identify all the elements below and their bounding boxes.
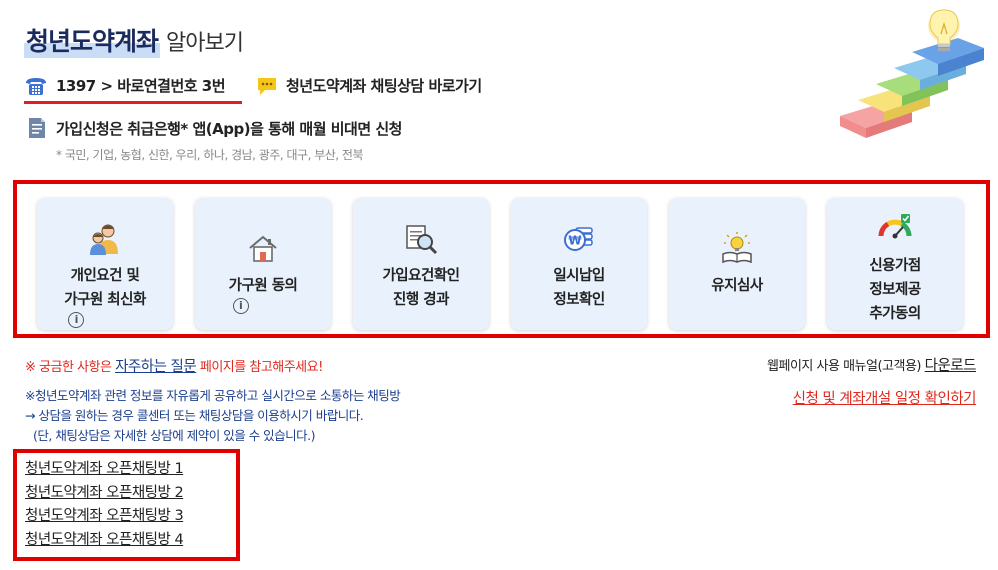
open-chat-link-4[interactable]: 청년도약계좌 오픈채팅방 4: [25, 529, 236, 553]
document-search-icon: [406, 225, 438, 255]
title-sub: 알아보기: [166, 31, 244, 56]
card-label: 가구원 동의 i: [228, 278, 298, 314]
page-title: 청년도약계좌 알아보기: [24, 22, 244, 58]
phone-icon: [26, 77, 46, 95]
bank-list: * 국민, 기업, 농협, 신한, 우리, 하나, 경남, 광주, 대구, 부산…: [56, 148, 364, 162]
faq-link[interactable]: 자주하는 질문: [115, 359, 197, 375]
chat-bubble-icon: [258, 77, 276, 95]
chat-consult-label: 청년도약계좌 채팅상담 바로가기: [286, 77, 482, 95]
phone-info: 1397 > 바로연결번호 3번: [24, 75, 242, 104]
manual-download: 웹페이지 사용 매뉴얼(고객용) 다운로드: [767, 358, 977, 374]
chat-consult-link[interactable]: 청년도약계좌 채팅상담 바로가기: [256, 75, 482, 104]
info-icon[interactable]: i: [232, 298, 249, 314]
card-eligibility-progress[interactable]: 가입요건확인 진행 경과: [353, 198, 489, 330]
card-personal-household-update[interactable]: 개인요건 및 가구원 최신화 i: [37, 198, 173, 330]
card-lump-sum-info[interactable]: ₩ 일시납입 정보확인: [511, 198, 647, 330]
card-maintenance-review[interactable]: 유지심사: [669, 198, 805, 330]
card-label: 개인요건 및 가구원 최신화 i: [64, 268, 146, 328]
people-icon: [90, 224, 118, 255]
hero-steps-lightbulb-illustration: [840, 9, 984, 138]
open-chat-link-1[interactable]: 청년도약계좌 오픈채팅방 1: [25, 458, 236, 482]
apply-info: 가입신청은 취급은행* 앱(App)을 통해 매월 비대면 신청: [26, 116, 402, 140]
card-label: 신용가점 정보제공 추가동의: [869, 258, 921, 322]
schedule-link[interactable]: 신청 및 계좌개설 일정 확인하기: [793, 387, 977, 408]
card-credit-score-consent[interactable]: 신용가점 정보제공 추가동의: [827, 198, 963, 330]
open-chat-link-2[interactable]: 청년도약계좌 오픈채팅방 2: [25, 482, 236, 506]
house-icon: [249, 235, 277, 262]
lightbulb-book-icon: [722, 232, 752, 264]
card-label: 일시납입 정보확인: [553, 268, 605, 308]
open-chat-link-3[interactable]: 청년도약계좌 오픈채팅방 3: [25, 505, 236, 529]
card-household-consent[interactable]: 가구원 동의 i: [195, 198, 331, 330]
info-icon[interactable]: i: [68, 312, 85, 328]
document-icon: [29, 118, 45, 138]
apply-text: 가입신청은 취급은행* 앱(App)을 통해 매월 비대면 신청: [56, 119, 402, 138]
manual-download-link[interactable]: 다운로드: [925, 358, 977, 374]
card-label: 가입요건확인 진행 경과: [382, 268, 460, 308]
gauge-icon: [878, 214, 912, 239]
svg-text:₩: ₩: [568, 234, 582, 248]
menu-cards-frame: 개인요건 및 가구원 최신화 i 가구원 동의 i 가입요건확인 진행 경과 ₩…: [13, 180, 990, 338]
faq-note: ※ 궁금한 사항은 자주하는 질문 페이지를 참고해주세요!: [25, 359, 323, 375]
card-label: 유지심사: [711, 278, 763, 294]
chat-room-info: ※청년도약계좌 관련 정보를 자유롭게 공유하고 실시간으로 소통하는 채팅방 …: [25, 388, 401, 443]
contact-row: 1397 > 바로연결번호 3번 청년도약계좌 채팅상담 바로가기: [24, 74, 482, 104]
coin-icon: ₩: [564, 227, 593, 251]
title-main: 청년도약계좌: [24, 22, 161, 58]
phone-number: 1397 > 바로연결번호 3번: [56, 77, 226, 95]
open-chat-list: 청년도약계좌 오픈채팅방 1 청년도약계좌 오픈채팅방 2 청년도약계좌 오픈채…: [13, 449, 240, 561]
